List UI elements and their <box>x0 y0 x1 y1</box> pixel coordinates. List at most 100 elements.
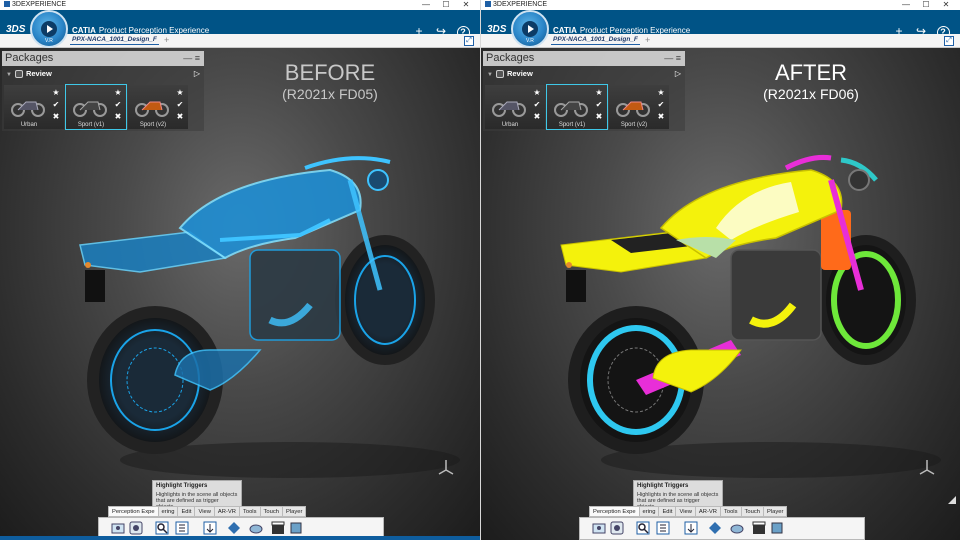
star-icon[interactable]: ★ <box>656 87 666 99</box>
action-bar: Perception Expe ering Edit View AR-VR Tools To… <box>98 506 384 540</box>
window-controls: — ☐ ✕ <box>896 0 956 10</box>
close-button[interactable]: ✕ <box>936 0 956 10</box>
bike-thumbnail-icon <box>554 101 588 117</box>
review-row[interactable]: ▼ Review ▷ <box>483 66 685 81</box>
sensor-icon[interactable] <box>592 521 606 535</box>
minimize-button[interactable]: — <box>416 0 436 10</box>
clapper-icon[interactable] <box>752 521 766 535</box>
thumbnail-actions: ★ ✔ ✖ <box>594 87 604 123</box>
fuel-tank <box>178 168 362 260</box>
sensor-icon[interactable] <box>111 521 125 535</box>
collapse-icon[interactable]: ▼ <box>6 72 12 78</box>
camera-icon[interactable] <box>129 521 143 535</box>
check-icon[interactable]: ✔ <box>532 99 542 111</box>
add-tab-icon[interactable]: + <box>164 35 169 45</box>
tab-touch[interactable]: Touch <box>259 506 283 517</box>
doc-tab[interactable]: PPX-NACA_1001_Design_F <box>551 35 640 45</box>
panel-controls-icon[interactable]: — ≡ <box>664 51 681 66</box>
highlight-triggers-icon[interactable] <box>636 521 650 535</box>
star-icon[interactable]: ★ <box>113 87 123 99</box>
tab-engineering[interactable]: ering <box>638 506 660 517</box>
compass-button[interactable]: V.R <box>30 10 68 48</box>
thumbnail-urban[interactable]: ★ ✔ ✖ Urban <box>485 85 545 129</box>
motorcycle-model[interactable] <box>60 140 460 480</box>
license-plate <box>566 270 586 302</box>
check-icon[interactable]: ✔ <box>113 99 123 111</box>
panel-controls-icon[interactable]: — ≡ <box>183 51 200 66</box>
axis-triad-icon[interactable] <box>917 456 937 476</box>
render-icon[interactable] <box>289 521 303 535</box>
arrange-icon[interactable] <box>203 521 217 535</box>
add-tab-icon[interactable]: + <box>645 35 650 45</box>
highlight-triggers-icon[interactable] <box>155 521 169 535</box>
comparison-subheading: (R2021x FD05) <box>282 86 378 102</box>
close-button[interactable]: ✕ <box>456 0 476 10</box>
star-icon[interactable]: ★ <box>175 87 185 99</box>
thumbnail-urban[interactable]: ★ ✔ ✖ Urban <box>4 85 64 129</box>
packages-panel: Packages — ≡ ▼ Review ▷ ★ ✔ ✖ Urban ★ ✔ ✖ Spo… <box>483 51 685 131</box>
review-row[interactable]: ▼ Review ▷ <box>2 66 204 81</box>
handlebar <box>304 156 391 170</box>
motorcycle-model[interactable] <box>541 140 941 480</box>
check-icon[interactable]: ✔ <box>51 99 61 111</box>
check-icon[interactable]: ✔ <box>594 99 604 111</box>
tab-touch[interactable]: Touch <box>740 506 764 517</box>
check-icon[interactable]: ✔ <box>175 99 185 111</box>
doc-tab[interactable]: PPX-NACA_1001_Design_F <box>70 35 159 45</box>
tab-view[interactable]: View <box>194 506 215 517</box>
star-icon[interactable]: ★ <box>532 87 542 99</box>
clapper-icon[interactable] <box>271 521 285 535</box>
tab-edit[interactable]: Edit <box>177 506 196 517</box>
action-bar-icons <box>579 517 865 540</box>
tab-tools[interactable]: Tools <box>719 506 742 517</box>
compass-version: V.R <box>526 38 534 44</box>
material-icon[interactable] <box>227 521 241 535</box>
trigger-settings-icon[interactable] <box>656 521 670 535</box>
tab-perception-experience[interactable]: Perception Expe <box>589 506 640 517</box>
maximize-button[interactable]: ☐ <box>436 0 456 10</box>
check-icon[interactable]: ✔ <box>656 99 666 111</box>
thumbnail-sport-v1[interactable]: ★ ✔ ✖ Sport (v1) <box>65 84 127 130</box>
thumbnail-sport-v2[interactable]: ★ ✔ ✖ Sport (v2) <box>128 85 188 129</box>
play-review-icon[interactable]: ▷ <box>194 66 200 81</box>
app-header: 3DS CATIA Product Perception Experience +… <box>0 10 480 39</box>
render-icon[interactable] <box>770 521 784 535</box>
collapse-icon[interactable]: ▼ <box>487 72 493 78</box>
app-icon <box>4 1 10 8</box>
tab-ar-vr[interactable]: AR-VR <box>213 506 240 517</box>
tab-ar-vr[interactable]: AR-VR <box>694 506 721 517</box>
tab-player[interactable]: Player <box>762 506 788 517</box>
thumbnail-actions: ★ ✔ ✖ <box>175 87 185 123</box>
thumbnail-label: Urban <box>20 122 38 128</box>
play-review-icon[interactable]: ▷ <box>675 66 681 81</box>
tab-edit[interactable]: Edit <box>658 506 677 517</box>
thumbnail-sport-v2[interactable]: ★ ✔ ✖ Sport (v2) <box>609 85 669 129</box>
compass-button[interactable]: V.R <box>511 10 549 48</box>
environment-icon[interactable] <box>249 521 263 535</box>
license-plate <box>85 270 105 302</box>
fit-all-icon[interactable]: ⤢ <box>464 36 474 46</box>
thumbnail-sport-v1[interactable]: ★ ✔ ✖ Sport (v1) <box>546 84 608 130</box>
environment-icon[interactable] <box>730 521 744 535</box>
star-icon[interactable]: ★ <box>51 87 61 99</box>
tab-view[interactable]: View <box>675 506 696 517</box>
maximize-button[interactable]: ☐ <box>916 0 936 10</box>
app-header: 3DS CATIA Product Perception Experience +… <box>481 10 960 39</box>
tab-player[interactable]: Player <box>281 506 307 517</box>
minimize-button[interactable]: — <box>896 0 916 10</box>
material-icon[interactable] <box>708 521 722 535</box>
arrange-icon[interactable] <box>684 521 698 535</box>
axis-triad-icon[interactable] <box>436 456 456 476</box>
trigger-settings-icon[interactable] <box>175 521 189 535</box>
thumbnail-actions: ★ ✔ ✖ <box>113 87 123 123</box>
tab-strip: PPX-NACA_1001_Design_F + ⤢ <box>0 34 480 48</box>
tab-tools[interactable]: Tools <box>238 506 261 517</box>
tab-perception-experience[interactable]: Perception Expe <box>108 506 159 517</box>
camera-icon[interactable] <box>610 521 624 535</box>
bike-thumbnail-icon <box>492 101 526 117</box>
star-icon[interactable]: ★ <box>594 87 604 99</box>
window-controls: — ☐ ✕ <box>416 0 476 10</box>
resize-grip-icon[interactable] <box>948 496 956 504</box>
tab-engineering[interactable]: ering <box>157 506 179 517</box>
fit-all-icon[interactable]: ⤢ <box>944 36 954 46</box>
